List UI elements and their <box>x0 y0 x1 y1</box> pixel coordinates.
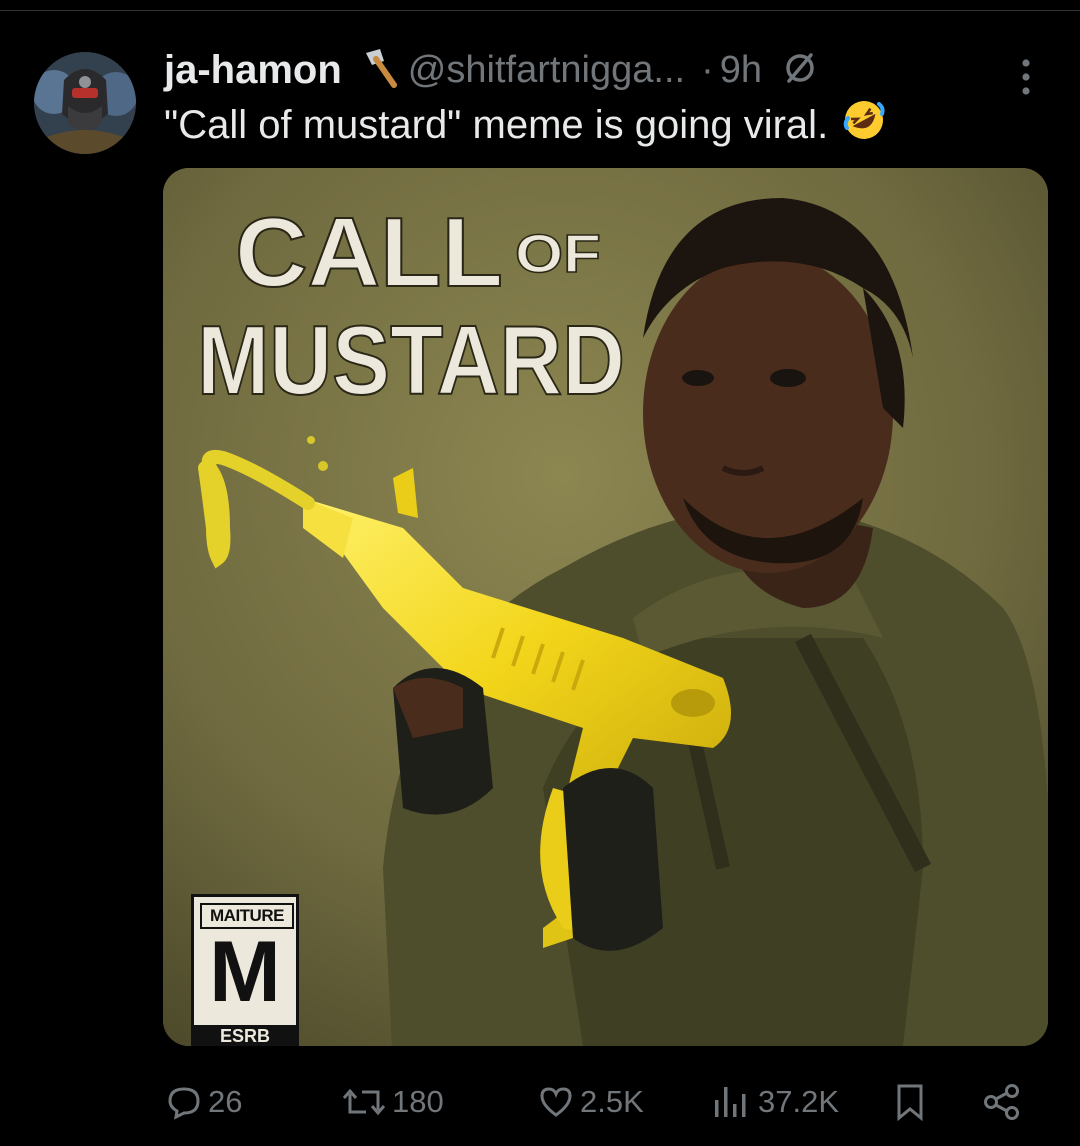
tweet-text-content: "Call of mustard" meme is going viral. <box>164 102 829 147</box>
title-mustard: MUSTARD <box>197 305 625 415</box>
share-button[interactable] <box>982 1080 1028 1124</box>
rating-footer: ESRB <box>194 1025 296 1046</box>
more-options-icon[interactable] <box>1020 58 1032 101</box>
retweet-button[interactable]: 180 <box>342 1080 444 1124</box>
view-count: 37.2K <box>758 1084 840 1119</box>
rating-badge: MAITURE M ESRB <box>191 894 299 1046</box>
retweet-count: 180 <box>392 1084 444 1119</box>
retweet-icon <box>342 1088 386 1116</box>
reply-button[interactable]: 26 <box>166 1080 242 1124</box>
reply-count: 26 <box>208 1084 243 1119</box>
avatar[interactable] <box>34 52 136 154</box>
rolling-laughing-emoji-icon <box>842 98 886 152</box>
views-button[interactable]: 37.2K <box>712 1080 839 1124</box>
axe-icon <box>358 47 400 94</box>
top-divider <box>0 0 1080 11</box>
separator-dot: · <box>701 48 714 91</box>
tweet-text: "Call of mustard" meme is going viral. <box>164 98 886 152</box>
user-handle[interactable]: @shitfartnigga... <box>408 49 685 92</box>
timestamp[interactable]: 9h <box>720 49 762 92</box>
tweet-media-image[interactable]: CALL OF MUSTARD MAITURE M ESRB <box>163 168 1048 1046</box>
rating-letter: M <box>202 929 288 1015</box>
like-button[interactable]: 2.5K <box>538 1080 644 1124</box>
bookmark-icon <box>897 1084 923 1121</box>
like-count: 2.5K <box>580 1084 644 1119</box>
heart-icon <box>540 1087 572 1117</box>
tweet-header: ja-hamon @shitfartnigga... · 9h <box>164 42 1044 98</box>
title-of: OF <box>515 224 601 284</box>
bookmark-button[interactable] <box>894 1080 932 1124</box>
share-icon <box>984 1084 1019 1120</box>
hidden-circle-icon <box>782 50 818 91</box>
display-name[interactable]: ja-hamon <box>164 48 342 93</box>
avatar-image <box>34 52 136 154</box>
title-call: CALL <box>235 197 503 307</box>
reply-icon <box>168 1087 200 1120</box>
tweet-actions-bar: 26 180 2.5K 37.2K <box>166 1080 1036 1124</box>
views-chart-icon <box>715 1087 746 1117</box>
